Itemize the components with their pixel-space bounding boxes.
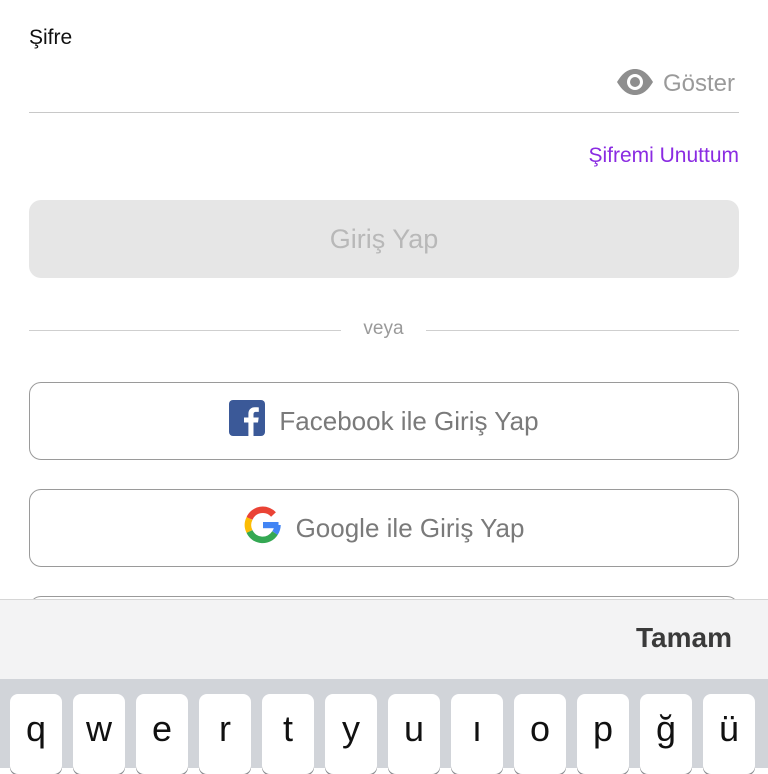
login-button[interactable]: Giriş Yap	[29, 200, 739, 278]
login-button-label: Giriş Yap	[329, 223, 439, 254]
key-q[interactable]: q	[10, 694, 62, 774]
done-button[interactable]: Tamam	[636, 622, 732, 654]
divider-right	[426, 330, 739, 331]
keyboard-toolbar: Tamam	[0, 599, 768, 680]
keyboard: q w e r t y u ı o p ğ ü	[0, 679, 768, 774]
facebook-login-label: Facebook ile Giriş Yap	[279, 405, 539, 436]
divider-left	[29, 330, 341, 331]
key-o[interactable]: o	[514, 694, 566, 774]
password-label: Şifre	[29, 26, 73, 49]
divider-text: veya	[363, 318, 404, 339]
key-y[interactable]: y	[325, 694, 377, 774]
google-icon	[244, 506, 282, 551]
key-p[interactable]: p	[577, 694, 629, 774]
password-input[interactable]	[29, 60, 589, 108]
forgot-password-link[interactable]: Şifremi Unuttum	[588, 144, 739, 168]
key-u[interactable]: u	[388, 694, 440, 774]
facebook-login-button[interactable]: Facebook ile Giriş Yap	[29, 382, 739, 460]
key-r[interactable]: r	[199, 694, 251, 774]
eye-icon	[615, 68, 655, 101]
show-password-label: Göster	[662, 70, 735, 97]
facebook-icon	[229, 399, 266, 443]
key-g-breve[interactable]: ğ	[640, 694, 692, 774]
show-password-toggle[interactable]: Göster	[615, 66, 735, 102]
key-e[interactable]: e	[136, 694, 188, 774]
password-field[interactable]: Göster	[29, 60, 739, 113]
key-t[interactable]: t	[262, 694, 314, 774]
google-login-button[interactable]: Google ile Giriş Yap	[29, 489, 739, 567]
google-login-label: Google ile Giriş Yap	[295, 512, 525, 543]
key-w[interactable]: w	[73, 694, 125, 774]
key-u-umlaut[interactable]: ü	[703, 694, 755, 774]
key-dotless-i[interactable]: ı	[451, 694, 503, 774]
